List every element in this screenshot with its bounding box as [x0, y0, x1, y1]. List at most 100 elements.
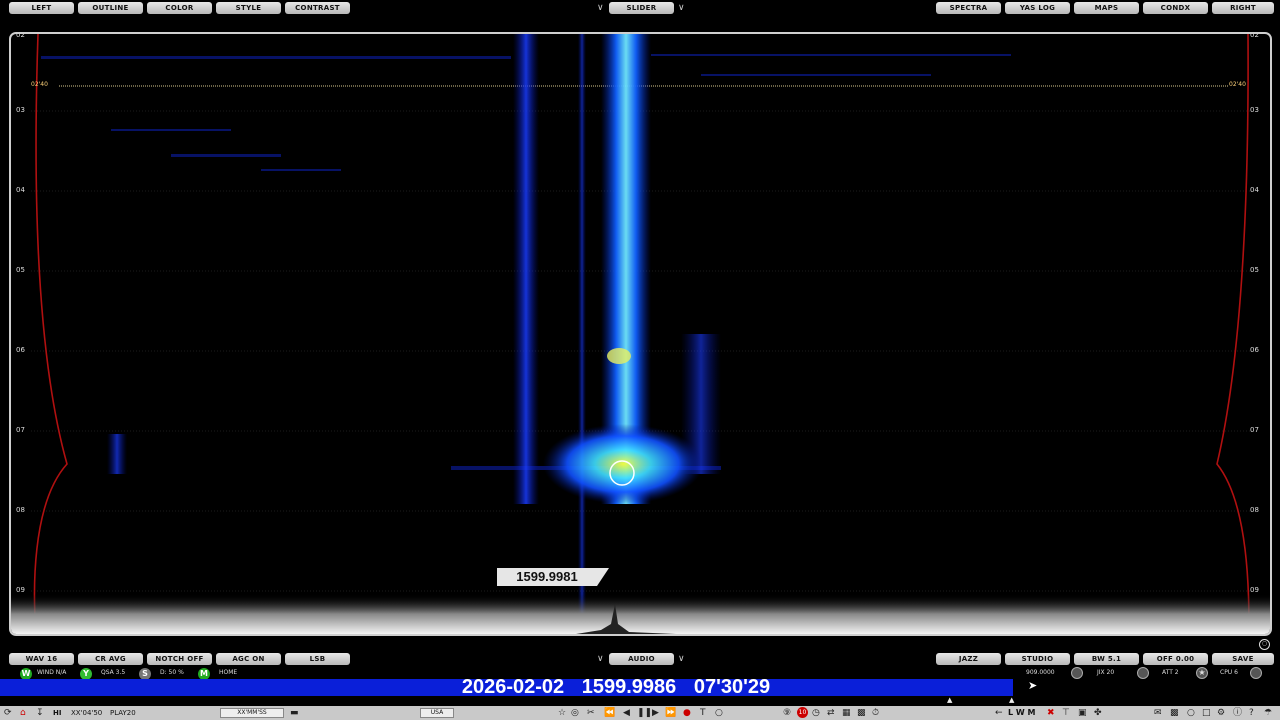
text-icon[interactable]: T: [700, 706, 706, 720]
up-marker-icon: ▲: [947, 696, 953, 704]
marker-time-label: 02'40: [1229, 81, 1246, 88]
yas-log-button[interactable]: YAS LOG: [1005, 2, 1070, 14]
shield-icon[interactable]: ☂: [1264, 706, 1272, 720]
condx-button[interactable]: CONDX: [1143, 2, 1208, 14]
rewind-icon[interactable]: ⏪: [604, 706, 615, 720]
readout-frequency: 1599.9986: [581, 676, 677, 698]
waterfall-display[interactable]: 02 03 04 05 06 07 08 09 02'40 02 03 04 0…: [9, 32, 1272, 636]
audio-up-icon[interactable]: ∨: [678, 653, 685, 665]
slider-up-icon[interactable]: ∨: [678, 2, 685, 14]
swap-icon[interactable]: ⇄: [827, 706, 835, 720]
peak-frequency-label: 1599.9981: [497, 568, 609, 586]
time-tick: 07: [1250, 426, 1259, 434]
help-icon[interactable]: ?: [1249, 706, 1254, 720]
readout-time: 07'30'29: [693, 676, 771, 698]
pause-icon[interactable]: ❚❚: [637, 706, 652, 720]
marker-time-label: 02'40: [31, 81, 48, 88]
agc-button[interactable]: AGC ON: [216, 653, 281, 665]
maps-button[interactable]: MAPS: [1074, 2, 1139, 14]
grid-icon[interactable]: ▦: [842, 706, 851, 720]
time-tick: 07: [16, 426, 25, 434]
info-icon[interactable]: ⓘ: [1233, 706, 1242, 720]
position-label: XX'04'50: [71, 709, 103, 717]
nine-icon[interactable]: ⑨: [783, 706, 791, 720]
clock-icon[interactable]: ◷: [812, 706, 820, 720]
contrast-button[interactable]: CONTRAST: [285, 2, 350, 14]
notch-button[interactable]: NOTCH OFF: [147, 653, 212, 665]
time-tick: 05: [1250, 266, 1259, 274]
download-icon[interactable]: ↧: [36, 706, 44, 720]
color-button[interactable]: COLOR: [147, 2, 212, 14]
time-tick: 06: [16, 346, 25, 354]
slider-down-icon[interactable]: ∨: [597, 2, 604, 14]
time-tick: 02: [16, 32, 25, 39]
outline-button[interactable]: OUTLINE: [78, 2, 143, 14]
time-tick: 03: [1250, 106, 1259, 114]
bottom-toolbar: ⟳ ⌂ ↧ HI XX'04'50 PLAY20 XX'MM'SS ▬ USA …: [0, 706, 1280, 720]
country-select[interactable]: USA: [420, 708, 454, 718]
timer-icon[interactable]: ⏱: [872, 706, 879, 720]
next-icon[interactable]: ▶: [652, 706, 659, 720]
up-marker-icon: ▲: [1009, 696, 1015, 704]
waterfall-canvas: [11, 34, 1270, 634]
studio-button[interactable]: STUDIO: [1005, 653, 1070, 665]
bw-button[interactable]: BW 5.1: [1074, 653, 1139, 665]
spectrum-floor: [11, 594, 1270, 634]
readout-date: 2026-02-02: [461, 676, 565, 698]
side-carrier: [513, 34, 539, 504]
home-icon[interactable]: ⌂: [20, 706, 26, 720]
signal-hotspot: [543, 424, 703, 504]
refresh-icon[interactable]: ⟳: [4, 706, 12, 720]
print-icon[interactable]: ▩: [1170, 706, 1179, 720]
stats-icon[interactable]: ▩: [857, 706, 866, 720]
right-button[interactable]: RIGHT: [1212, 2, 1274, 14]
slider-handle-icon[interactable]: ▬: [290, 706, 299, 720]
slider-button[interactable]: SLIDER: [609, 2, 674, 14]
audio-button[interactable]: AUDIO: [609, 653, 674, 665]
time-tick: 05: [16, 266, 25, 274]
circle-icon[interactable]: ○: [1187, 706, 1195, 720]
record-count: 10: [797, 707, 808, 718]
time-tick: 06: [1250, 346, 1259, 354]
window-icon[interactable]: □: [1202, 706, 1211, 720]
target-icon[interactable]: ◎: [571, 706, 579, 720]
time-tick: 08: [1250, 506, 1259, 514]
back-arrow-icon[interactable]: ←: [995, 706, 1003, 720]
offset-button[interactable]: OFF 0.00: [1143, 653, 1208, 665]
mail-icon[interactable]: ✉: [1154, 706, 1162, 720]
time-tick: 04: [1250, 186, 1259, 194]
ship-icon[interactable]: ✤: [1094, 706, 1102, 720]
settings-gear-icon[interactable]: ○: [1259, 639, 1270, 650]
gear-icon[interactable]: [1250, 667, 1262, 679]
image-icon[interactable]: ▣: [1078, 706, 1087, 720]
time-format-select[interactable]: XX'MM'SS: [220, 708, 284, 718]
right-envelope: [1216, 34, 1250, 634]
left-button[interactable]: LEFT: [9, 2, 74, 14]
jazz-button[interactable]: JAZZ: [936, 653, 1001, 665]
lsb-button[interactable]: LSB: [285, 653, 350, 665]
chat-icon[interactable]: ○: [715, 706, 723, 720]
spur-line: [578, 34, 586, 634]
letters-label: L W M: [1008, 708, 1036, 717]
record-icon[interactable]: ●: [683, 706, 691, 720]
time-tick: 04: [16, 186, 25, 194]
close-icon[interactable]: ✖: [1047, 706, 1055, 720]
star-icon[interactable]: ☆: [558, 706, 566, 720]
play-label: PLAY20: [110, 709, 136, 717]
tree-icon[interactable]: ⊤: [1062, 706, 1070, 720]
cut-icon[interactable]: ✂: [587, 706, 595, 720]
readout-text: 2026-02-02 1599.9986 07'30'29: [0, 676, 1232, 698]
save-button[interactable]: SAVE: [1212, 653, 1274, 665]
hi-label: HI: [53, 709, 62, 717]
cr-avg-button[interactable]: CR AVG: [78, 653, 143, 665]
time-tick: 02: [1250, 32, 1259, 39]
prev-icon[interactable]: ◀: [623, 706, 630, 720]
style-button[interactable]: STYLE: [216, 2, 281, 14]
time-tick: 08: [16, 506, 25, 514]
spectra-button[interactable]: SPECTRA: [936, 2, 1001, 14]
fast-forward-icon[interactable]: ⏩: [665, 706, 676, 720]
wav-button[interactable]: WAV 16: [9, 653, 74, 665]
mouse-cursor-icon: ➤: [1028, 679, 1038, 692]
audio-down-icon[interactable]: ∨: [597, 653, 604, 665]
settings-icon[interactable]: ⚙: [1217, 706, 1225, 720]
